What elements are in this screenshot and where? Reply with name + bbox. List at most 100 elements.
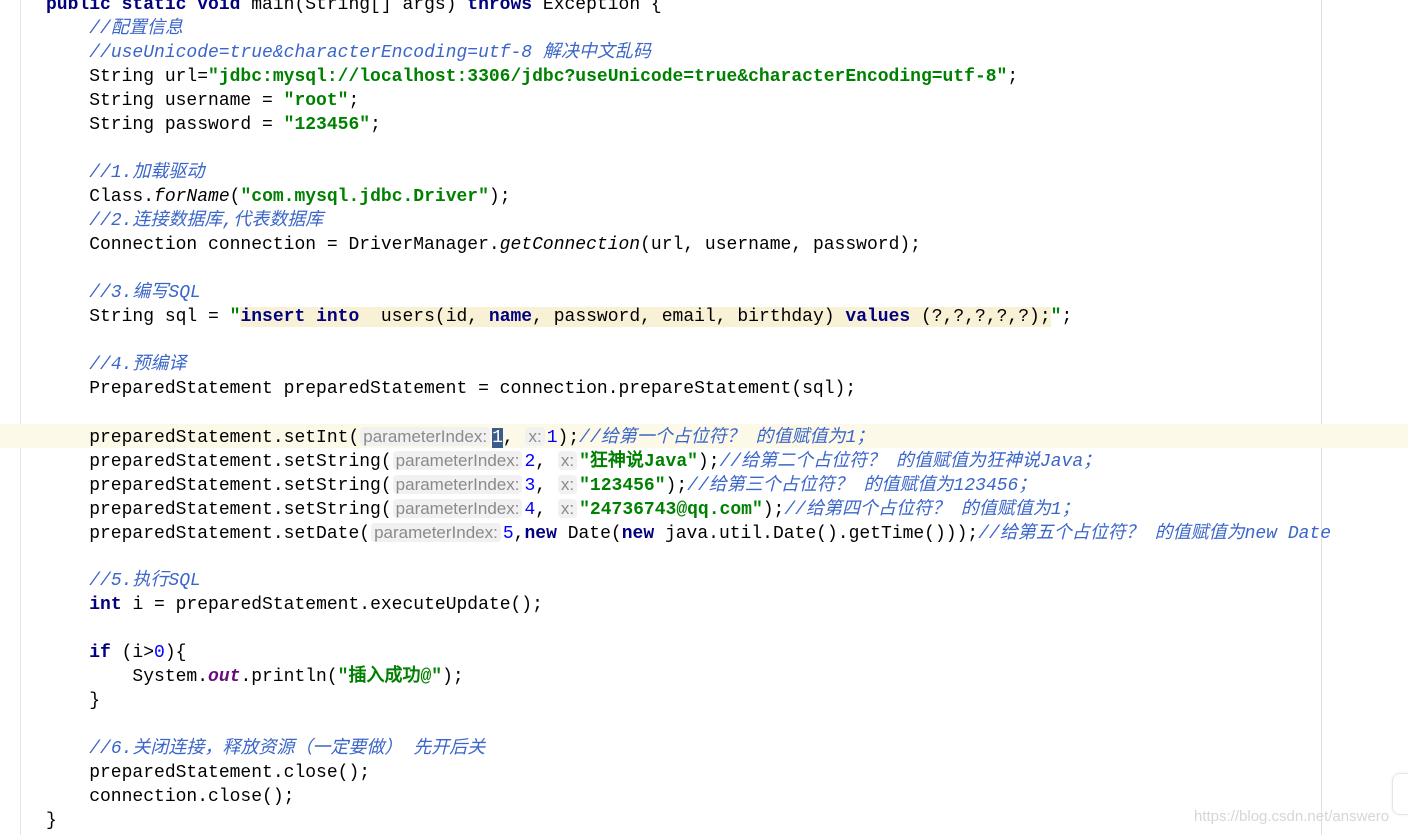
sql-fragment: (?,?,?,?,?); xyxy=(910,307,1051,327)
comment: //5.执行SQL xyxy=(89,571,201,591)
number-literal: 1 xyxy=(546,428,558,448)
comment: //给第四个占位符？ 的值赋值为1； xyxy=(784,500,1080,520)
code-line[interactable]: String username = "root"; xyxy=(46,89,1331,113)
code-line[interactable]: preparedStatement.setInt(parameterIndex:… xyxy=(46,425,1331,449)
parameter-hint: parameterIndex: xyxy=(392,499,523,518)
code-line[interactable]: public static void main(String[] args) t… xyxy=(46,0,1331,17)
comment: //useUnicode=true&characterEncoding=utf-… xyxy=(89,43,651,63)
code-line[interactable]: preparedStatement.setDate(parameterIndex… xyxy=(46,521,1331,545)
comment: //给第三个占位符？ 的值赋值为123456； xyxy=(687,476,1037,496)
comment: //3.编写SQL xyxy=(89,283,201,303)
code-text: ); xyxy=(488,187,511,207)
code-text: String sql = xyxy=(46,307,230,327)
code-text: String password = xyxy=(46,115,284,135)
code-line[interactable]: //3.编写SQL xyxy=(46,281,1331,305)
code-text: Date( xyxy=(567,524,622,544)
comment: //给第五个占位符？ 的值赋值为new Date xyxy=(978,524,1332,544)
string-literal: "插入成功@" xyxy=(337,667,443,687)
code-text: preparedStatement.setDate( xyxy=(46,524,371,544)
code-line[interactable]: System.out.println("插入成功@"); xyxy=(46,665,1331,689)
code-text: } xyxy=(46,691,101,711)
code-line[interactable] xyxy=(46,713,1331,737)
code-line[interactable] xyxy=(46,545,1331,569)
code-line[interactable] xyxy=(46,401,1331,425)
code-line[interactable]: //1.加载驱动 xyxy=(46,161,1331,185)
code-text: , xyxy=(535,500,557,520)
code-line[interactable]: connection.close(); xyxy=(46,785,1331,809)
code-line[interactable] xyxy=(46,137,1331,161)
code-line[interactable]: String url="jdbc:mysql://localhost:3306/… xyxy=(46,65,1331,89)
code-text: preparedStatement.setInt( xyxy=(46,428,360,448)
scroll-widget[interactable] xyxy=(1392,773,1408,815)
code-text: ); xyxy=(665,476,688,496)
code-editor[interactable]: public static void main(String[] args) t… xyxy=(46,0,1331,833)
code-line[interactable] xyxy=(46,257,1331,281)
code-text: PreparedStatement preparedStatement = co… xyxy=(46,379,857,399)
code-line[interactable]: preparedStatement.setString(parameterInd… xyxy=(46,473,1331,497)
number-literal: 5 xyxy=(502,524,514,544)
code-text: ){ xyxy=(164,643,187,663)
code-line[interactable]: //2.连接数据库,代表数据库 xyxy=(46,209,1331,233)
fold-gutter-line xyxy=(20,0,21,835)
code-line[interactable]: preparedStatement.setString(parameterInd… xyxy=(46,449,1331,473)
code-line[interactable]: //useUnicode=true&characterEncoding=utf-… xyxy=(46,41,1331,65)
code-line[interactable]: //5.执行SQL xyxy=(46,569,1331,593)
code-text: String url= xyxy=(46,67,209,87)
code-line[interactable]: //6.关闭连接，释放资源（一定要做） 先开后关 xyxy=(46,737,1331,761)
string-literal: "24736743@qq.com" xyxy=(579,500,763,520)
parameter-hint: x: xyxy=(557,499,578,518)
code-line[interactable] xyxy=(46,617,1331,641)
code-text: java.util.Date().getTime())); xyxy=(664,524,979,544)
code-text: (url, username, password); xyxy=(640,235,921,255)
code-line[interactable]: Class.forName("com.mysql.jdbc.Driver"); xyxy=(46,185,1331,209)
code-text: preparedStatement.setString( xyxy=(46,500,392,520)
code-text: , xyxy=(513,524,525,544)
sql-keyword: values xyxy=(845,307,911,327)
comment: //1.加载驱动 xyxy=(89,163,205,183)
string-literal: "123456" xyxy=(283,115,371,135)
sql-keyword: insert into xyxy=(240,307,360,327)
code-text: preparedStatement.setString( xyxy=(46,476,392,496)
code-text: preparedStatement.setString( xyxy=(46,452,392,472)
code-line[interactable]: } xyxy=(46,809,1331,833)
keyword: if xyxy=(89,643,122,663)
code-line[interactable]: int i = preparedStatement.executeUpdate(… xyxy=(46,593,1331,617)
string-literal: "root" xyxy=(283,91,349,111)
code-line[interactable]: preparedStatement.setString(parameterInd… xyxy=(46,497,1331,521)
static-method: getConnection xyxy=(499,235,641,255)
code-line[interactable]: if (i>0){ xyxy=(46,641,1331,665)
sql-fragment: , password, email, birthday) xyxy=(532,307,846,327)
string-literal: " xyxy=(1050,307,1062,327)
code-line[interactable]: preparedStatement.close(); xyxy=(46,761,1331,785)
code-line[interactable]: } xyxy=(46,689,1331,713)
code-text: , xyxy=(535,476,557,496)
parameter-hint: parameterIndex: xyxy=(360,427,491,446)
code-text: ; xyxy=(1061,307,1073,327)
code-line[interactable]: Connection connection = DriverManager.ge… xyxy=(46,233,1331,257)
code-text: Class. xyxy=(46,187,155,207)
code-text: Connection connection = DriverManager. xyxy=(46,235,500,255)
string-literal: "com.mysql.jdbc.Driver" xyxy=(240,187,489,207)
code-line[interactable] xyxy=(46,329,1331,353)
code-line[interactable]: PreparedStatement preparedStatement = co… xyxy=(46,377,1331,401)
code-line[interactable]: //4.预编译 xyxy=(46,353,1331,377)
code-text: ; xyxy=(1007,67,1019,87)
comment: //配置信息 xyxy=(89,19,183,39)
static-field: out xyxy=(208,667,241,687)
code-line[interactable]: String password = "123456"; xyxy=(46,113,1331,137)
code-text: , xyxy=(535,452,557,472)
code-text: , xyxy=(502,428,525,448)
code-line[interactable]: String sql = "insert into users(id, name… xyxy=(46,305,1331,329)
watermark: https://blog.csdn.net/answero xyxy=(1194,808,1390,825)
code-text: Exception { xyxy=(542,0,662,15)
code-line[interactable]: //配置信息 xyxy=(46,17,1331,41)
keyword: int xyxy=(89,595,133,615)
